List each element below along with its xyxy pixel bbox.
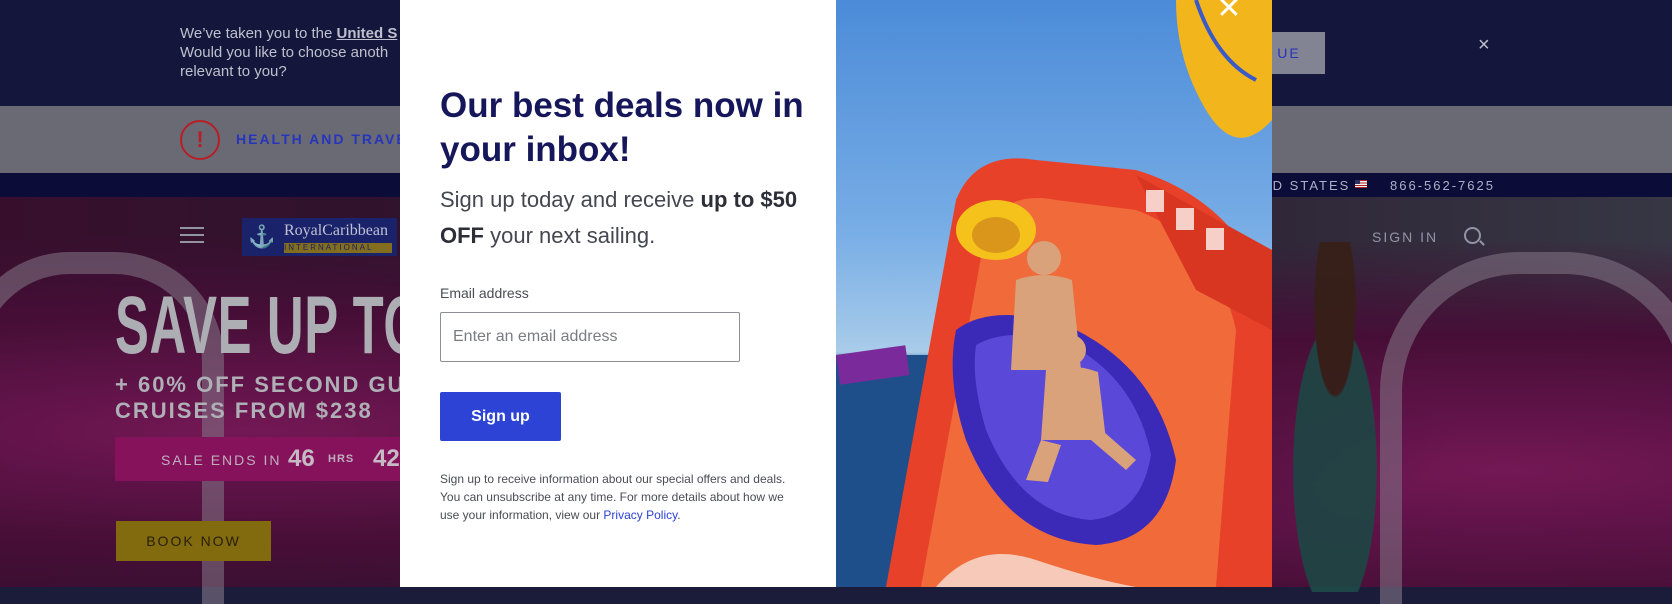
modal-title: Our best deals now in your inbox!: [440, 86, 804, 169]
signup-disclaimer: Sign up to receive information about our…: [440, 472, 786, 522]
waterslide-illustration: [836, 0, 1272, 587]
waterslide-photo: [836, 0, 1272, 587]
close-icon[interactable]: ✕: [1214, 0, 1244, 24]
sign-up-button[interactable]: Sign up: [440, 392, 561, 441]
email-field[interactable]: [440, 312, 740, 362]
modal-form-panel: Our best deals now in your inbox! Sign u…: [400, 0, 836, 587]
modal-offer-text: Sign up today and receive up to $50 OFF …: [440, 187, 798, 248]
email-signup-modal: Our best deals now in your inbox! Sign u…: [400, 0, 1272, 587]
privacy-policy-link[interactable]: Privacy Policy: [603, 508, 677, 522]
email-label: Email address: [440, 285, 529, 301]
